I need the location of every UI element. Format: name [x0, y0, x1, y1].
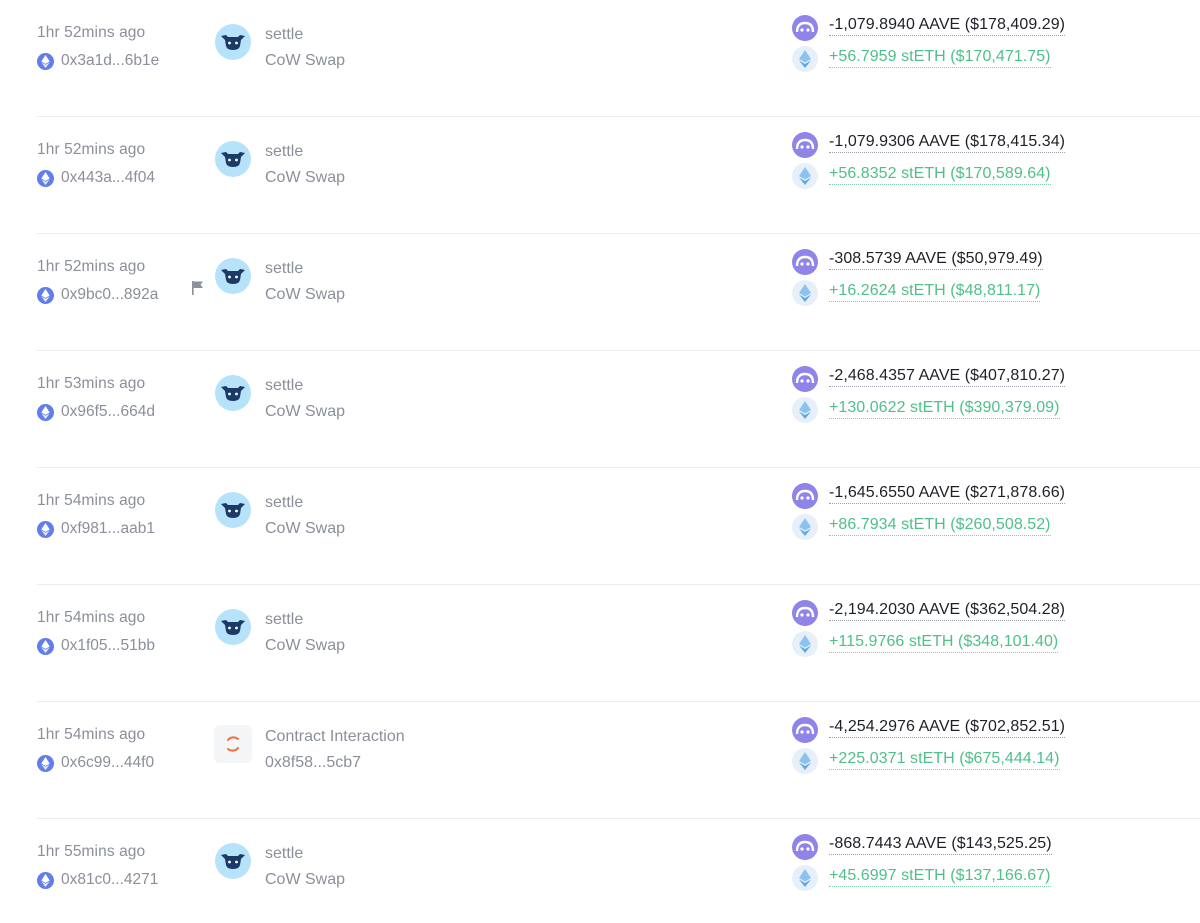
- sent-amount[interactable]: -2,194.2030 AAVE ($362,504.28): [829, 600, 1066, 621]
- received-amount[interactable]: +115.9766 stETH ($348,101.40): [829, 632, 1059, 653]
- aave-token-icon: [792, 15, 818, 41]
- aave-token-icon: [792, 132, 818, 158]
- steth-token-icon: [792, 865, 818, 891]
- tx-target[interactable]: CoW Swap: [265, 403, 345, 421]
- sent-amount[interactable]: -1,079.9306 AAVE ($178,415.34): [829, 132, 1066, 153]
- cow-swap-icon: [215, 609, 251, 645]
- transaction-row[interactable]: 1hr 54mins ago 0x1f05...51bb settle CoW …: [37, 585, 1200, 702]
- steth-token-icon: [792, 748, 818, 774]
- tx-hash-text: 0x443a...4f04: [61, 169, 155, 186]
- tx-time: 1hr 53mins ago: [37, 375, 146, 392]
- tx-method: Contract Interaction: [265, 728, 405, 745]
- tx-time: 1hr 52mins ago: [37, 24, 146, 41]
- cow-swap-icon: [215, 141, 251, 177]
- tx-target[interactable]: CoW Swap: [265, 520, 345, 538]
- aave-token-icon: [792, 249, 818, 275]
- flag-icon[interactable]: [191, 280, 205, 296]
- tx-hash-text: 0x1f05...51bb: [61, 637, 155, 654]
- tx-hash-text: 0xf981...aab1: [61, 520, 155, 537]
- ethereum-icon: [37, 169, 54, 187]
- tx-time: 1hr 52mins ago: [37, 258, 146, 275]
- tx-hash[interactable]: 0x96f5...664d: [37, 403, 155, 421]
- received-amount[interactable]: +56.7959 stETH ($170,471.75): [829, 47, 1051, 68]
- sent-amount[interactable]: -2,468.4357 AAVE ($407,810.27): [829, 366, 1066, 387]
- transaction-row[interactable]: 1hr 52mins ago 0x9bc0...892a settle CoW …: [37, 234, 1200, 351]
- received-amount[interactable]: +130.0622 stETH ($390,379.09): [829, 398, 1060, 419]
- tx-hash-text: 0x6c99...44f0: [61, 754, 155, 771]
- ethereum-icon: [37, 520, 54, 538]
- transaction-row[interactable]: 1hr 52mins ago 0x443a...4f04 settle CoW …: [37, 117, 1200, 234]
- cow-swap-icon: [215, 24, 251, 60]
- received-amount[interactable]: +56.8352 stETH ($170,589.64): [829, 164, 1051, 185]
- tx-method: settle: [265, 377, 304, 394]
- aave-token-icon: [792, 483, 818, 509]
- ethereum-icon: [37, 52, 54, 70]
- steth-token-icon: [792, 397, 818, 423]
- tx-hash-text: 0x3a1d...6b1e: [61, 52, 160, 69]
- received-amount[interactable]: +225.0371 stETH ($675,444.14): [829, 749, 1060, 770]
- received-amount[interactable]: +45.6997 stETH ($137,166.67): [829, 866, 1051, 887]
- tx-target[interactable]: CoW Swap: [265, 871, 345, 889]
- tx-hash[interactable]: 0x443a...4f04: [37, 169, 155, 187]
- transaction-row[interactable]: 1hr 52mins ago 0x3a1d...6b1e settle CoW …: [37, 0, 1200, 117]
- sent-amount[interactable]: -868.7443 AAVE ($143,525.25): [829, 834, 1052, 855]
- steth-token-icon: [792, 280, 818, 306]
- transaction-row[interactable]: 1hr 54mins ago 0xf981...aab1 settle CoW …: [37, 468, 1200, 585]
- sent-amount[interactable]: -1,645.6550 AAVE ($271,878.66): [829, 483, 1066, 504]
- steth-token-icon: [792, 631, 818, 657]
- tx-target[interactable]: CoW Swap: [265, 169, 345, 187]
- transaction-row[interactable]: 1hr 54mins ago 0x6c99...44f0 Contract In…: [37, 702, 1200, 819]
- aave-token-icon: [792, 366, 818, 392]
- cow-swap-icon: [215, 492, 251, 528]
- transaction-row[interactable]: 1hr 55mins ago 0x81c0...4271 settle CoW …: [37, 819, 1200, 923]
- tx-hash[interactable]: 0x1f05...51bb: [37, 637, 155, 655]
- ethereum-icon: [37, 637, 54, 655]
- cow-swap-icon: [215, 375, 251, 411]
- aave-token-icon: [792, 600, 818, 626]
- cow-swap-icon: [215, 258, 251, 294]
- tx-target[interactable]: CoW Swap: [265, 637, 345, 655]
- ethereum-icon: [37, 754, 54, 772]
- tx-hash[interactable]: 0x81c0...4271: [37, 871, 158, 889]
- tx-hash-text: 0x96f5...664d: [61, 403, 155, 420]
- tx-target[interactable]: CoW Swap: [265, 52, 345, 70]
- tx-time: 1hr 54mins ago: [37, 492, 146, 509]
- tx-hash[interactable]: 0x9bc0...892a: [37, 286, 158, 304]
- ethereum-icon: [37, 871, 54, 889]
- contract-icon: [214, 725, 252, 763]
- transaction-list: 1hr 52mins ago 0x3a1d...6b1e settle CoW …: [0, 0, 1200, 923]
- transaction-row[interactable]: 1hr 53mins ago 0x96f5...664d settle CoW …: [37, 351, 1200, 468]
- tx-target[interactable]: 0x8f58...5cb7: [265, 754, 361, 772]
- sent-amount[interactable]: -308.5739 AAVE ($50,979.49): [829, 249, 1043, 270]
- aave-token-icon: [792, 834, 818, 860]
- tx-hash[interactable]: 0x6c99...44f0: [37, 754, 154, 772]
- tx-time: 1hr 55mins ago: [37, 843, 146, 860]
- cow-swap-icon: [215, 843, 251, 879]
- tx-time: 1hr 54mins ago: [37, 726, 146, 743]
- tx-time: 1hr 54mins ago: [37, 609, 146, 626]
- tx-hash[interactable]: 0xf981...aab1: [37, 520, 155, 538]
- received-amount[interactable]: +86.7934 stETH ($260,508.52): [829, 515, 1051, 536]
- steth-token-icon: [792, 46, 818, 72]
- steth-token-icon: [792, 163, 818, 189]
- sent-amount[interactable]: -4,254.2976 AAVE ($702,852.51): [829, 717, 1066, 738]
- ethereum-icon: [37, 286, 54, 304]
- tx-hash-text: 0x81c0...4271: [61, 871, 159, 888]
- tx-method: settle: [265, 494, 304, 511]
- tx-hash[interactable]: 0x3a1d...6b1e: [37, 52, 159, 70]
- aave-token-icon: [792, 717, 818, 743]
- tx-hash-text: 0x9bc0...892a: [61, 286, 159, 303]
- tx-time: 1hr 52mins ago: [37, 141, 146, 158]
- tx-method: settle: [265, 143, 304, 160]
- sent-amount[interactable]: -1,079.8940 AAVE ($178,409.29): [829, 15, 1066, 36]
- ethereum-icon: [37, 403, 54, 421]
- steth-token-icon: [792, 514, 818, 540]
- tx-target[interactable]: CoW Swap: [265, 286, 345, 304]
- tx-method: settle: [265, 260, 304, 277]
- tx-method: settle: [265, 845, 304, 862]
- tx-method: settle: [265, 611, 304, 628]
- received-amount[interactable]: +16.2624 stETH ($48,811.17): [829, 281, 1041, 302]
- tx-method: settle: [265, 26, 304, 43]
